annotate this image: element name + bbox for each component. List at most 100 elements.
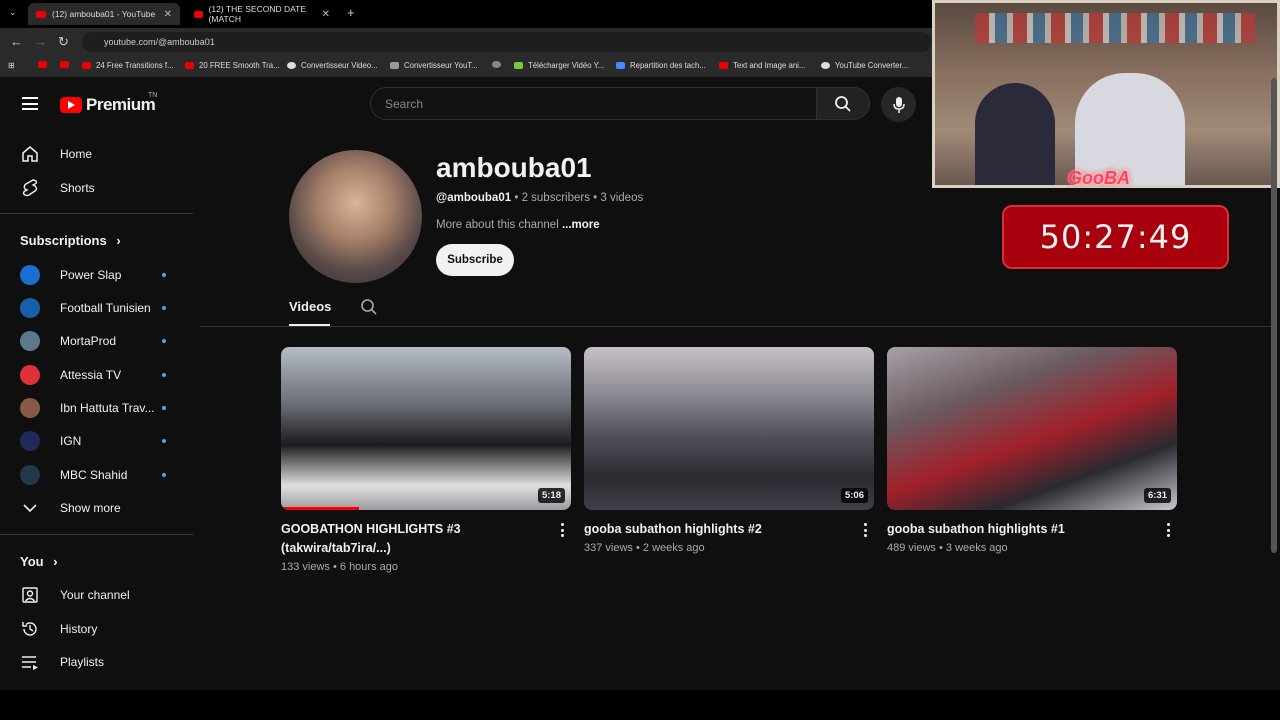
new-tab-icon[interactable]: + xyxy=(347,5,355,20)
bookmark-1[interactable]: 24 Free Transitions f... xyxy=(82,61,174,70)
sidebar-item-power-slap[interactable]: Power Slap xyxy=(20,263,180,287)
reload-icon[interactable]: ↻ xyxy=(58,34,69,50)
subscribe-button[interactable]: Subscribe xyxy=(436,244,514,276)
search-button[interactable] xyxy=(816,87,870,120)
video-title[interactable]: gooba subathon highlights #2 xyxy=(584,520,844,539)
history-icon xyxy=(20,619,40,639)
channel-avatar xyxy=(20,265,40,285)
bookmark-label: 24 Free Transitions f... xyxy=(96,61,174,70)
video-thumbnail[interactable]: 6:31 xyxy=(887,347,1177,510)
sidebar-item-label: History xyxy=(60,622,98,636)
sidebar-show-more[interactable]: Show more xyxy=(20,496,180,520)
you-title: You xyxy=(20,554,44,569)
bookmark-youtube-2[interactable] xyxy=(60,61,74,68)
bookmark-8[interactable]: Text and Image ani... xyxy=(719,61,805,70)
subscriptions-heading[interactable]: Subscriptions › xyxy=(20,233,121,248)
bookmark-3[interactable]: Convertisseur Video... xyxy=(287,61,378,70)
sidebar-item-label: Home xyxy=(60,147,93,161)
tab-label: (12) THE SECOND DATE (MATCH xyxy=(208,4,306,24)
voice-search-button[interactable] xyxy=(881,87,916,122)
about-text: More about this channel xyxy=(436,219,559,231)
youtube-favicon-icon xyxy=(36,10,46,18)
video-age: 2 weeks ago xyxy=(642,542,705,554)
channel-about[interactable]: More about this channel ...more xyxy=(436,219,600,231)
streamer-figure xyxy=(975,83,1055,185)
sidebar-item-label: Power Slap xyxy=(60,268,122,282)
channel-search-button[interactable] xyxy=(360,298,378,321)
video-count: 3 videos xyxy=(600,192,644,204)
sidebar-item-ibn-hattuta[interactable]: Ibn Hattuta Trav... xyxy=(20,396,180,420)
video-meta: 489 views • 3 weeks ago xyxy=(887,542,1008,554)
url-field[interactable]: youtube.com/@ambouba01 xyxy=(82,32,932,52)
search-placeholder: Search xyxy=(385,96,424,111)
sidebar-divider xyxy=(0,534,193,535)
sidebar-item-attessia-tv[interactable]: Attessia TV xyxy=(20,363,180,387)
sidebar-item-mbc-shahid[interactable]: MBC Shahid xyxy=(20,463,180,487)
video-title[interactable]: gooba subathon highlights #1 xyxy=(887,520,1147,539)
new-content-dot xyxy=(162,339,166,343)
new-content-dot xyxy=(162,273,166,277)
video-title[interactable]: GOOBATHON HIGHLIGHTS #3 (takwira/tab7ira… xyxy=(281,520,541,558)
scrollbar-thumb[interactable] xyxy=(1271,78,1277,553)
bookmark-9[interactable]: YouTube Converter... xyxy=(821,61,908,70)
search-icon xyxy=(361,299,377,315)
video-thumbnail[interactable]: 5:18 xyxy=(281,347,571,510)
video-age: 6 hours ago xyxy=(339,561,398,573)
video-thumbnail[interactable]: 5:06 xyxy=(584,347,874,510)
close-tab-icon[interactable]: ✕ xyxy=(164,9,172,20)
sidebar-item-label: IGN xyxy=(60,434,82,448)
bookmark-7[interactable]: Repartition des tach... xyxy=(616,61,706,70)
chevron-down-icon xyxy=(20,498,40,518)
sidebar-item-label: MBC Shahid xyxy=(60,468,128,482)
sidebar-item-ign[interactable]: IGN xyxy=(20,429,180,453)
sidebar-item-playlists[interactable]: Playlists xyxy=(20,650,180,674)
sidebar-item-history[interactable]: History xyxy=(20,617,180,641)
bookmark-label: Convertisseur Video... xyxy=(301,61,378,70)
browser-tab-second-date[interactable]: (12) THE SECOND DATE (MATCH ✕ xyxy=(186,3,338,25)
video-card[interactable]: 6:31 gooba subathon highlights #1 489 vi… xyxy=(887,347,1177,554)
bookmark-label: Télécharger Vidéo Y... xyxy=(528,61,605,70)
sidebar-divider xyxy=(0,213,193,214)
you-heading[interactable]: You › xyxy=(20,554,58,569)
bookmark-4[interactable]: Convertisseur YouT... xyxy=(390,61,478,70)
channel-avatar xyxy=(20,398,40,418)
close-tab-icon[interactable]: ✕ xyxy=(322,9,330,20)
bookmark-label: Repartition des tach... xyxy=(630,61,706,70)
sidebar-item-football-tunisien[interactable]: Football Tunisien xyxy=(20,296,180,320)
sidebar-item-label: Your channel xyxy=(60,588,130,602)
channel-avatar xyxy=(20,365,40,385)
forward-icon[interactable]: → xyxy=(34,34,47,49)
sidebar-item-mortaprod[interactable]: MortaProd xyxy=(20,329,180,353)
more-link[interactable]: ...more xyxy=(562,219,600,231)
more-actions-icon[interactable] xyxy=(1161,523,1175,540)
channel-handle: @ambouba01 xyxy=(436,192,512,204)
tab-search-icon[interactable]: ⌄ xyxy=(9,7,17,18)
subscriber-count: 2 subscribers xyxy=(521,192,590,204)
bookmark-2[interactable]: 20 FREE Smooth Tra... xyxy=(185,61,280,70)
more-actions-icon[interactable] xyxy=(858,523,872,540)
sidebar-item-your-channel[interactable]: Your channel xyxy=(20,583,180,607)
channel-name: ambouba01 xyxy=(436,152,592,183)
more-actions-icon[interactable] xyxy=(555,523,569,540)
browser-tab-ambouba[interactable]: (12) ambouba01 - YouTube ✕ xyxy=(28,3,180,25)
apps-icon[interactable]: ⊞ xyxy=(8,61,15,70)
bookmark-5[interactable] xyxy=(492,61,506,68)
search-input[interactable]: Search xyxy=(370,87,817,120)
tab-videos[interactable]: Videos xyxy=(289,299,331,314)
sidebar-item-label: Show more xyxy=(60,501,121,515)
video-card[interactable]: 5:18 GOOBATHON HIGHLIGHTS #3 (takwira/ta… xyxy=(281,347,571,573)
chevron-right-icon: › xyxy=(53,554,58,569)
channel-avatar-large[interactable] xyxy=(289,150,422,283)
video-meta: 337 views • 2 weeks ago xyxy=(584,542,705,554)
back-icon[interactable]: ← xyxy=(10,34,23,49)
channel-meta: @ambouba01 • 2 subscribers • 3 videos xyxy=(436,192,644,204)
sidebar-item-home[interactable]: Home xyxy=(20,142,180,166)
sidebar-item-shorts[interactable]: Shorts xyxy=(20,176,180,200)
microphone-icon xyxy=(892,96,905,113)
video-card[interactable]: 5:06 gooba subathon highlights #2 337 vi… xyxy=(584,347,874,554)
video-age: 3 weeks ago xyxy=(945,542,1008,554)
bookmark-6[interactable]: Télécharger Vidéo Y... xyxy=(514,61,604,70)
sidebar-item-label: Ibn Hattuta Trav... xyxy=(60,401,155,415)
bookmark-youtube-1[interactable] xyxy=(38,61,52,68)
bottom-bar xyxy=(0,690,1280,720)
